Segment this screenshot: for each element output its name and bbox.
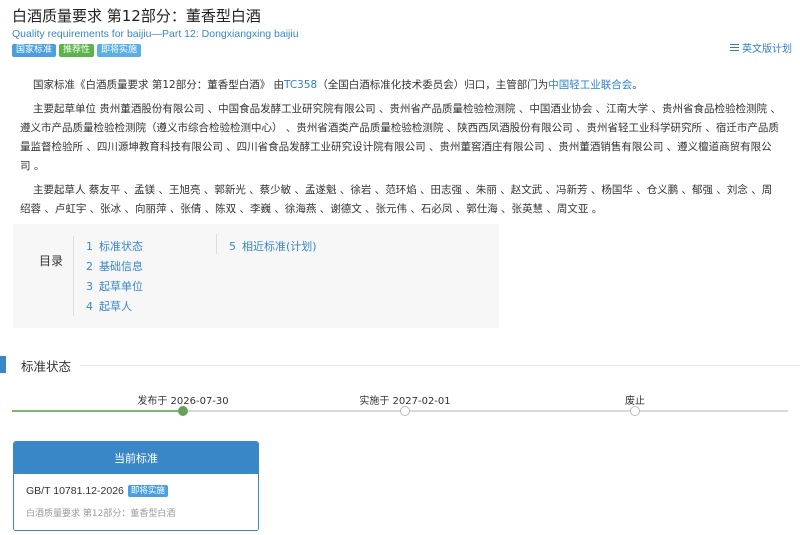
tag-recommended: 推荐性 — [59, 44, 95, 57]
toc-item-num: 5 — [229, 240, 236, 253]
page-title: 白酒质量要求 第12部分：董香型白酒 — [12, 7, 261, 25]
toc-item-label: 起草人 — [99, 300, 132, 313]
card-code-row: GB/T 10781.12-2026 即将实施 — [26, 485, 168, 497]
standard-code: GB/T 10781.12-2026 — [26, 485, 124, 497]
english-plan-link[interactable]: 英文版计划 — [730, 40, 792, 55]
current-standard-card[interactable]: 当前标准 GB/T 10781.12-2026 即将实施 白酒质量要求 第12部… — [13, 441, 259, 531]
timeline-progress — [12, 410, 183, 412]
table-of-contents: 目录 1 标准状态 2 基础信息 3 起草单位 4 起草人 5 相近标准(计划) — [13, 224, 499, 328]
toc-item-label: 起草单位 — [99, 280, 143, 293]
toc-column-separator — [216, 234, 217, 254]
toc-item-basic-info[interactable]: 2 基础信息 — [86, 257, 143, 277]
section-divider — [80, 365, 800, 366]
timeline-dot-abolished — [630, 406, 640, 416]
tag-group: 国家标准 推荐性 即将实施 — [12, 44, 792, 57]
toc-item-status[interactable]: 1 标准状态 — [86, 237, 143, 257]
toc-item-label: 标准状态 — [99, 240, 143, 253]
status-section-header: 标准状态 — [0, 355, 800, 375]
timeline-dot-published — [178, 406, 188, 416]
tag-upcoming: 即将实施 — [97, 44, 142, 57]
timeline-label-effective: 实施于 2027-02-01 — [359, 396, 451, 407]
intro-text-part: 国家标准《白酒质量要求 第12部分：董香型白酒》 由 — [33, 79, 285, 91]
tag-national-standard: 国家标准 — [12, 44, 57, 57]
drafters-paragraph: 主要起草人 蔡友平 、孟镁 、王旭亮 、郭新光 、蔡少敏 、孟遂魁 、徐岩 、范… — [20, 184, 773, 215]
intro-text-part: 。 — [632, 79, 643, 91]
toc-item-num: 3 — [86, 280, 93, 293]
toc-column-2: 5 相近标准(计划) — [229, 237, 317, 257]
section-title: 标准状态 — [21, 359, 72, 374]
standard-name: 白酒质量要求 第12部分：董香型白酒 — [26, 509, 176, 519]
dept-link[interactable]: 中国轻工业联合会 — [548, 79, 632, 91]
intro-paragraph-1: 国家标准《白酒质量要求 第12部分：董香型白酒》 由TC358（全国白酒标准化技… — [20, 76, 782, 95]
intro-text-part: （全国白酒标准化技术委员会）归口，主管部门为 — [317, 79, 549, 91]
toc-item-label: 相近标准(计划) — [242, 240, 317, 253]
toc-label: 目录 — [39, 254, 64, 268]
page-subtitle: Quality requirements for baijiu—Part 12:… — [12, 28, 299, 40]
toc-item-drafting-units[interactable]: 3 起草单位 — [86, 277, 143, 297]
drafting-units-paragraph: 主要起草单位 贵州董酒股份有限公司 、中国食品发酵工业研究院有限公司 、贵州省产… — [20, 103, 781, 172]
tc358-link[interactable]: TC358 — [284, 79, 317, 91]
toc-item-related-standards[interactable]: 5 相近标准(计划) — [229, 237, 317, 257]
list-icon — [730, 43, 739, 52]
timeline-dot-effective — [400, 406, 410, 416]
status-timeline: 发布于 2026-07-30 实施于 2027-02-01 废止 — [12, 388, 800, 424]
toc-column-1: 1 标准状态 2 基础信息 3 起草单位 4 起草人 — [86, 237, 143, 317]
section-accent-bar — [0, 356, 6, 373]
toc-item-num: 1 — [86, 240, 93, 253]
intro-text: 国家标准《白酒质量要求 第12部分：董香型白酒》 由TC358（全国白酒标准化技… — [20, 76, 782, 224]
card-header: 当前标准 — [14, 442, 258, 474]
toc-item-num: 4 — [86, 300, 93, 313]
toc-divider — [73, 236, 74, 316]
english-plan-label: 英文版计划 — [742, 44, 792, 55]
timeline-label-abolished: 废止 — [625, 396, 645, 407]
toc-item-drafters[interactable]: 4 起草人 — [86, 297, 143, 317]
timeline-label-published: 发布于 2026-07-30 — [137, 396, 229, 407]
toc-item-num: 2 — [86, 260, 93, 273]
upcoming-badge: 即将实施 — [127, 485, 168, 497]
standard-header: 白酒质量要求 第12部分：董香型白酒 Quality requirements … — [12, 6, 792, 57]
toc-item-label: 基础信息 — [99, 260, 143, 273]
